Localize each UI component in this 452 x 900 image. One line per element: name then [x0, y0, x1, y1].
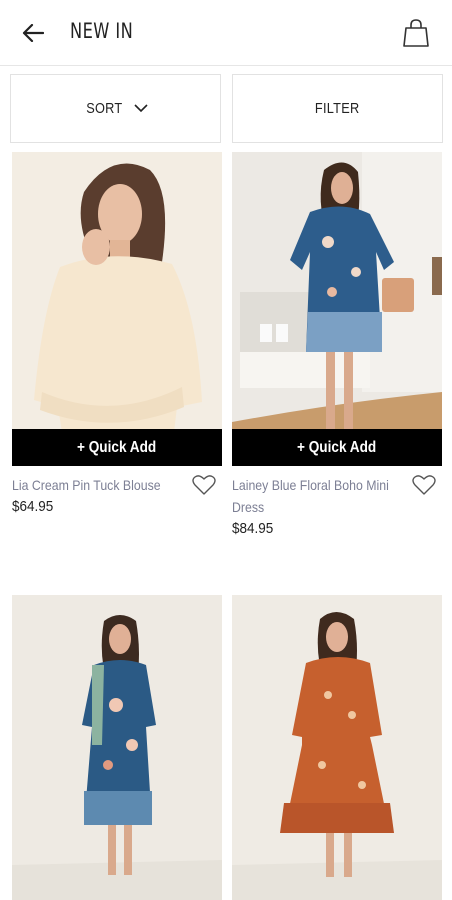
product-card — [12, 595, 222, 900]
product-price: $84.95 — [232, 520, 274, 537]
product-card: + Quick Add Lainey Blue Floral Boho Mini… — [232, 152, 442, 537]
product-image[interactable] — [232, 595, 442, 900]
chevron-down-icon — [134, 104, 148, 113]
filter-button[interactable]: FILTER — [232, 74, 443, 143]
arrow-left-icon — [22, 24, 44, 42]
product-name[interactable]: Lainey Blue Floral Boho Mini Dress — [232, 474, 402, 518]
quick-add-button[interactable]: + Quick Add — [232, 429, 442, 466]
product-name[interactable]: Lia Cream Pin Tuck Blouse — [12, 474, 182, 496]
product-card: + Quick Add Lia Cream Pin Tuck Blouse $6… — [12, 152, 222, 515]
sort-button[interactable]: SORT — [10, 74, 221, 143]
product-info: Lia Cream Pin Tuck Blouse $64.95 — [12, 466, 222, 515]
quick-add-button[interactable]: + Quick Add — [12, 429, 222, 466]
heart-icon[interactable] — [192, 474, 216, 496]
sort-filter-bar: SORT FILTER — [0, 66, 452, 152]
product-image[interactable] — [12, 595, 222, 900]
product-price: $64.95 — [12, 498, 54, 515]
back-button[interactable] — [18, 18, 48, 48]
product-image[interactable]: + Quick Add — [12, 152, 222, 466]
sort-label: SORT — [86, 100, 123, 117]
shopping-bag-button[interactable] — [400, 16, 432, 50]
shopping-bag-icon — [403, 19, 429, 47]
page-title: NEW IN — [70, 19, 134, 43]
heart-icon[interactable] — [412, 474, 436, 496]
product-image[interactable]: + Quick Add — [232, 152, 442, 466]
filter-label: FILTER — [315, 100, 360, 117]
product-card — [232, 595, 442, 900]
product-info: Lainey Blue Floral Boho Mini Dress $84.9… — [232, 466, 442, 537]
app-header: NEW IN — [0, 0, 452, 66]
